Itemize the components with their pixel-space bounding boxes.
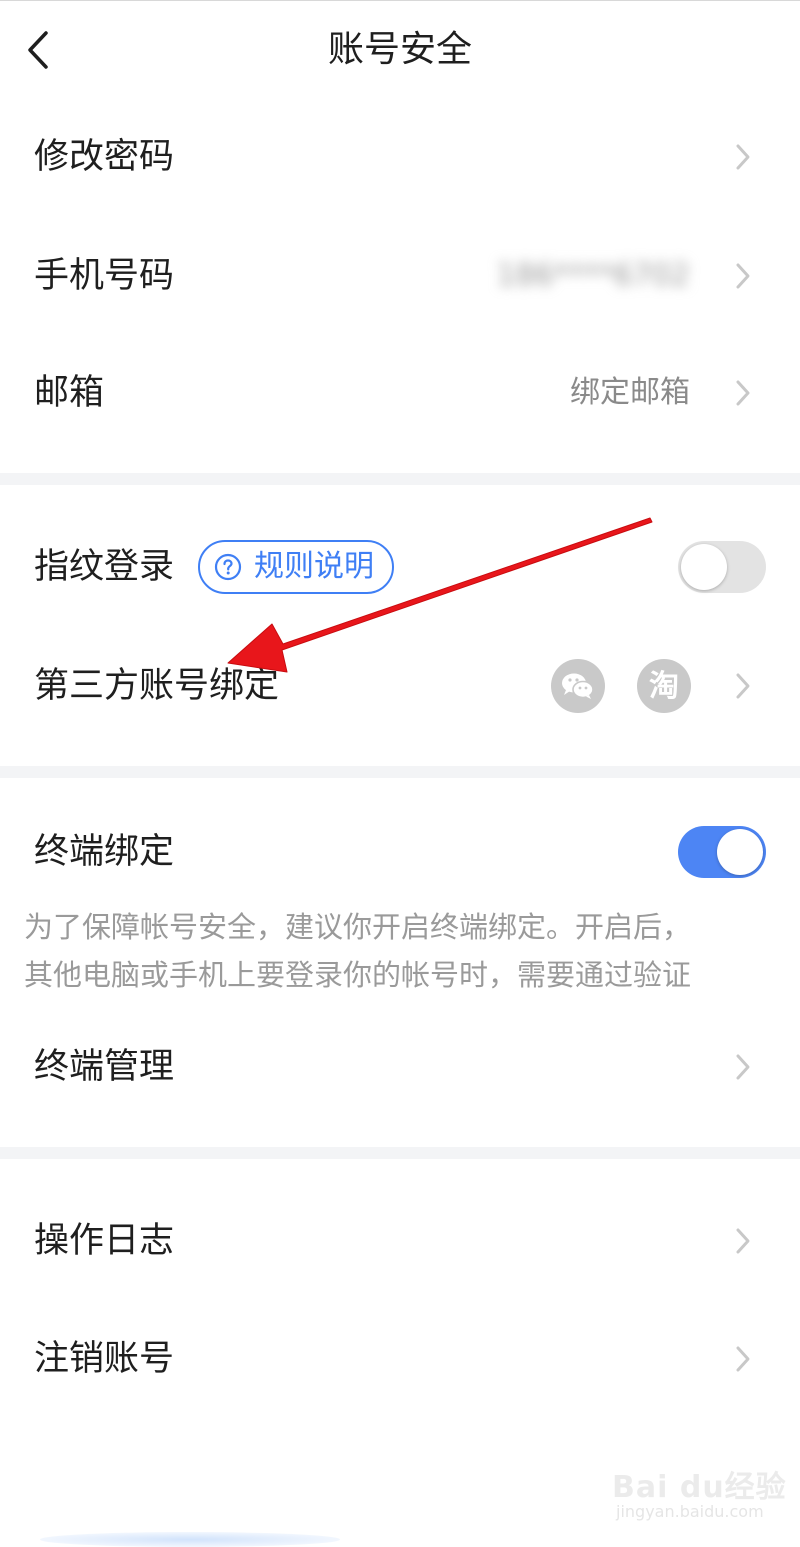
fingerprint-login-label: 指纹登录 — [34, 547, 175, 587]
operation-log-row[interactable]: 操作日志 — [0, 1182, 800, 1300]
terminal-binding-hint-line-1: 为了保障帐号安全，建议你开启终端绑定。开启后， — [24, 910, 692, 944]
email-row[interactable]: 邮箱 绑定邮箱 — [0, 334, 800, 452]
page-title: 账号安全 — [327, 29, 472, 70]
watermark-brand: Bai du经验 — [612, 1470, 787, 1505]
question-circle-icon — [214, 553, 242, 581]
phone-number-row[interactable]: 手机号码 186****6702 — [0, 217, 800, 335]
email-value: 绑定邮箱 — [570, 375, 690, 410]
section-divider — [0, 766, 800, 778]
third-party-binding-label: 第三方账号绑定 — [34, 666, 280, 706]
chevron-right-icon — [736, 1228, 750, 1254]
toggle-knob — [717, 829, 763, 875]
terminal-binding-label: 终端绑定 — [34, 832, 175, 872]
taobao-glyph: 淘 — [649, 669, 679, 704]
operation-log-label: 操作日志 — [34, 1221, 175, 1261]
phone-number-label: 手机号码 — [34, 256, 175, 296]
terminal-binding-hint: 为了保障帐号安全，建议你开启终端绑定。开启后， 其他电脑或手机上要登录你的帐号时… — [24, 903, 784, 999]
chevron-right-icon — [736, 1054, 750, 1080]
bottom-glow — [40, 1532, 340, 1547]
chevron-right-icon — [736, 263, 750, 289]
wechat-icon — [551, 659, 605, 713]
phone-number-value: 186****6702 — [496, 258, 690, 293]
section-divider — [0, 473, 800, 485]
chevron-right-icon — [736, 1346, 750, 1372]
cancel-account-row[interactable]: 注销账号 — [0, 1300, 800, 1418]
chevron-right-icon — [736, 380, 750, 406]
fingerprint-login-toggle[interactable] — [678, 541, 766, 593]
watermark-url: jingyan.baidu.com — [616, 1502, 764, 1521]
change-password-row[interactable]: 修改密码 — [0, 98, 800, 216]
email-label: 邮箱 — [34, 373, 105, 413]
section-divider — [0, 1147, 800, 1159]
terminal-binding-hint-line-2: 其他电脑或手机上要登录你的帐号时，需要通过验证 — [24, 958, 692, 992]
baidu-jingyan-watermark: Bai du经验 jingyan.baidu.com — [612, 1462, 786, 1532]
taobao-icon: 淘 — [637, 659, 691, 713]
chevron-right-icon — [736, 673, 750, 699]
terminal-binding-row: 终端绑定 — [0, 793, 800, 911]
rules-explanation-button[interactable]: 规则说明 — [198, 540, 394, 594]
terminal-management-row[interactable]: 终端管理 — [0, 1008, 800, 1126]
top-bar: 账号安全 — [0, 0, 800, 100]
toggle-knob — [681, 544, 727, 590]
terminal-binding-toggle[interactable] — [678, 826, 766, 878]
fingerprint-login-row: 指纹登录 规则说明 — [0, 508, 800, 626]
terminal-management-label: 终端管理 — [34, 1047, 175, 1087]
chevron-right-icon — [736, 144, 750, 170]
rules-explanation-label: 规则说明 — [254, 549, 374, 584]
third-party-binding-row[interactable]: 第三方账号绑定 淘 — [0, 627, 800, 745]
cancel-account-label: 注销账号 — [34, 1339, 175, 1379]
change-password-label: 修改密码 — [34, 137, 175, 177]
